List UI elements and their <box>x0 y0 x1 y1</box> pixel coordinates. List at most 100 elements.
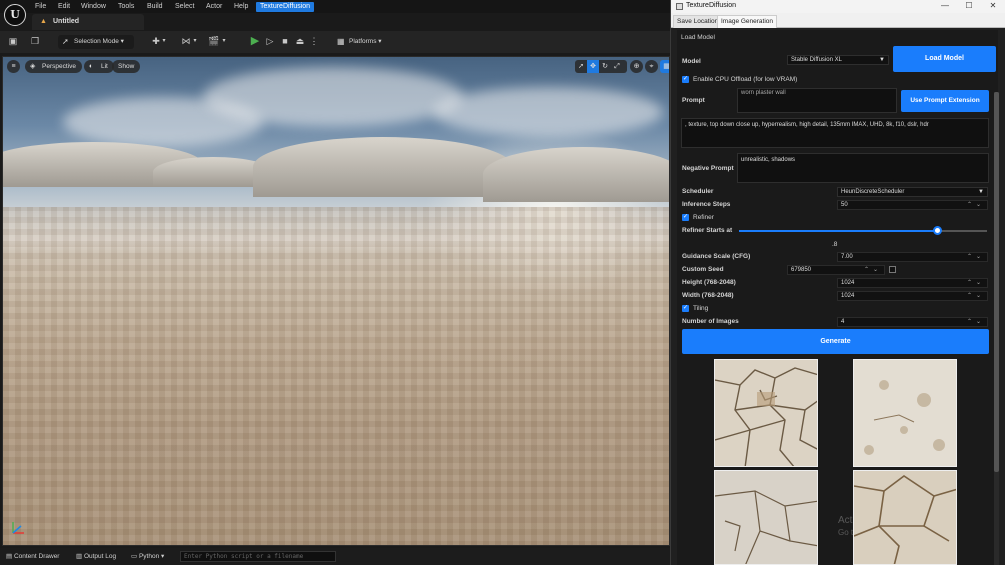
number-of-images-spinbox[interactable]: 4 ⌃⌄ <box>837 317 988 327</box>
chevron-down-icon[interactable]: ▾ <box>220 36 228 47</box>
generated-texture-1[interactable] <box>714 359 818 467</box>
tab-save-location[interactable]: Save Location <box>673 15 723 28</box>
move-tool-icon[interactable]: ✥ <box>587 60 599 73</box>
tab-bar: Save Location Image Generation <box>671 13 1005 28</box>
menu-tools[interactable]: Tools <box>118 2 134 12</box>
output-log-button[interactable]: ▥ Output Log <box>76 551 116 562</box>
platforms-dropdown[interactable]: ▦ Platforms ▾ <box>333 35 389 49</box>
menu-help[interactable]: Help <box>234 2 248 12</box>
surface-snapping-icon[interactable]: ⌖ <box>645 60 658 73</box>
spin-arrows-icon[interactable]: ⌃⌄ <box>864 266 882 274</box>
show-button[interactable]: Show <box>112 60 141 73</box>
rotate-tool-icon[interactable]: ↻ <box>599 60 611 73</box>
perspective-label: Perspective <box>42 63 76 70</box>
world-space-icon[interactable]: ⊕ <box>630 60 643 73</box>
scale-tool-icon[interactable]: ⤢ <box>611 60 623 73</box>
spin-arrows-icon[interactable]: ⌃⌄ <box>967 292 985 300</box>
generated-texture-3[interactable] <box>714 470 818 565</box>
save-icon[interactable]: ▣ <box>7 36 19 47</box>
model-select[interactable]: Stable Diffusion XL ▼ <box>787 55 889 65</box>
tiling-label: Tiling <box>693 305 709 312</box>
minimize-icon[interactable]: — <box>939 1 951 10</box>
select-arrow-icon: ➚ <box>62 37 69 46</box>
grid-snap-icon[interactable]: ▦ <box>660 60 669 73</box>
prompt-extension-text: , texture, top down close up, hyperreali… <box>685 122 929 128</box>
spin-arrows-icon[interactable]: ⌃⌄ <box>967 253 985 261</box>
play-icon[interactable]: ▶ <box>249 36 261 47</box>
eject-icon[interactable]: ⏏ <box>294 36 306 47</box>
more-options-icon[interactable]: ⋮ <box>308 36 320 47</box>
spin-arrows-icon[interactable]: ⌃⌄ <box>967 279 985 287</box>
generated-texture-4[interactable] <box>853 470 957 565</box>
cinematics-icon[interactable]: 🎬 <box>208 36 220 47</box>
height-label: Height (768-2048) <box>682 279 736 286</box>
selection-mode-dropdown[interactable]: ➚ Selection Mode ▾ <box>58 35 134 49</box>
window-title-bar: TextureDiffusion — ☐ ✕ <box>671 0 1005 13</box>
menu-window[interactable]: Window <box>81 2 106 12</box>
cloud <box>203 67 463 127</box>
python-console-dropdown[interactable]: ▭ Python ▾ <box>131 551 164 562</box>
menu-select[interactable]: Select <box>175 2 194 12</box>
python-command-input[interactable]: Enter Python script or a filename <box>180 551 336 562</box>
menu-build[interactable]: Build <box>147 2 163 12</box>
lit-button[interactable]: ◐ Lit <box>84 60 114 73</box>
menu-actor[interactable]: Actor <box>206 2 222 12</box>
advance-frame-icon[interactable]: ▷ <box>264 36 276 47</box>
perspective-button[interactable]: ◈ Perspective <box>25 60 82 73</box>
use-prompt-extension-button[interactable]: Use Prompt Extension <box>901 90 989 112</box>
cracked-texture-image <box>715 471 817 564</box>
spin-arrows-icon[interactable]: ⌃⌄ <box>967 201 985 209</box>
width-label: Width (768-2048) <box>682 292 734 299</box>
negative-prompt-label: Negative Prompt <box>682 165 734 172</box>
prompt-input[interactable]: worn plaster wall <box>737 88 897 113</box>
height-value: 1024 <box>841 280 855 286</box>
height-spinbox[interactable]: 1024 ⌃⌄ <box>837 278 988 288</box>
stop-icon[interactable]: ■ <box>279 36 291 47</box>
load-model-button[interactable]: Load Model <box>893 46 996 72</box>
watermark-text: Go t <box>838 528 854 537</box>
negative-prompt-input[interactable]: unrealistic, shadows <box>737 153 989 183</box>
selection-mode-label: Selection Mode <box>74 38 119 45</box>
cfg-spinbox[interactable]: 7.00 ⌃⌄ <box>837 252 988 262</box>
custom-seed-spinbox[interactable]: 679850 ⌃⌄ <box>787 265 885 275</box>
tiling-checkbox[interactable]: ✓ <box>682 305 689 312</box>
negative-prompt-text: unrealistic, shadows <box>741 157 796 163</box>
select-tool-icon[interactable]: ➚ <box>575 60 587 73</box>
menu-texturediffusion[interactable]: TextureDiffusion <box>256 2 315 12</box>
content-drawer-button[interactable]: ▤ Content Drawer <box>6 551 59 562</box>
platforms-label: Platforms <box>349 38 377 45</box>
panel-scrollbar[interactable] <box>994 92 999 565</box>
tab-untitled[interactable]: ▲ Untitled <box>32 14 144 30</box>
generated-texture-2[interactable] <box>853 359 957 467</box>
custom-seed-checkbox[interactable] <box>889 266 896 273</box>
perspective-cube-icon: ◈ <box>30 63 36 70</box>
generate-button[interactable]: Generate <box>682 329 989 354</box>
spin-arrows-icon[interactable]: ⌃⌄ <box>967 318 985 326</box>
platforms-icon: ▦ <box>337 37 345 46</box>
level-viewport[interactable]: ≡ ◈ Perspective ◐ Lit Show ➚ ✥ ↻ ⤢ ⊕ ⌖ ▦ <box>2 56 670 546</box>
unreal-logo-icon[interactable]: U <box>4 4 26 26</box>
status-bar: ▤ Content Drawer ▥ Output Log ▭ Python ▾… <box>0 548 672 565</box>
menu-file[interactable]: File <box>35 2 46 12</box>
prompt-label: Prompt <box>682 97 705 104</box>
tab-image-generation[interactable]: Image Generation <box>717 15 778 28</box>
width-spinbox[interactable]: 1024 ⌃⌄ <box>837 291 988 301</box>
chevron-down-icon[interactable]: ▾ <box>191 36 199 47</box>
custom-seed-value: 679850 <box>791 267 812 273</box>
inference-steps-spinbox[interactable]: 50 ⌃⌄ <box>837 200 988 210</box>
chevron-down-icon[interactable]: ▾ <box>160 36 168 47</box>
close-icon[interactable]: ✕ <box>987 1 999 10</box>
scrollbar-thumb[interactable] <box>994 92 999 472</box>
cpu-offload-checkbox[interactable]: ✓ <box>682 76 689 83</box>
refiner-slider-handle[interactable] <box>932 226 942 235</box>
width-value: 1024 <box>841 293 855 299</box>
refiner-checkbox[interactable]: ✓ <box>682 214 689 221</box>
scheduler-select[interactable]: HeunDiscreteScheduler ▼ <box>837 187 988 197</box>
content-browser-icon[interactable]: ❐ <box>29 36 41 47</box>
maximize-icon[interactable]: ☐ <box>963 1 975 10</box>
show-label: Show <box>118 63 135 70</box>
chevron-down-icon: ▼ <box>879 57 885 63</box>
prompt-extension-input[interactable]: , texture, top down close up, hyperreali… <box>681 118 989 148</box>
menu-edit[interactable]: Edit <box>58 2 70 12</box>
viewport-menu-icon[interactable]: ≡ <box>7 60 20 73</box>
